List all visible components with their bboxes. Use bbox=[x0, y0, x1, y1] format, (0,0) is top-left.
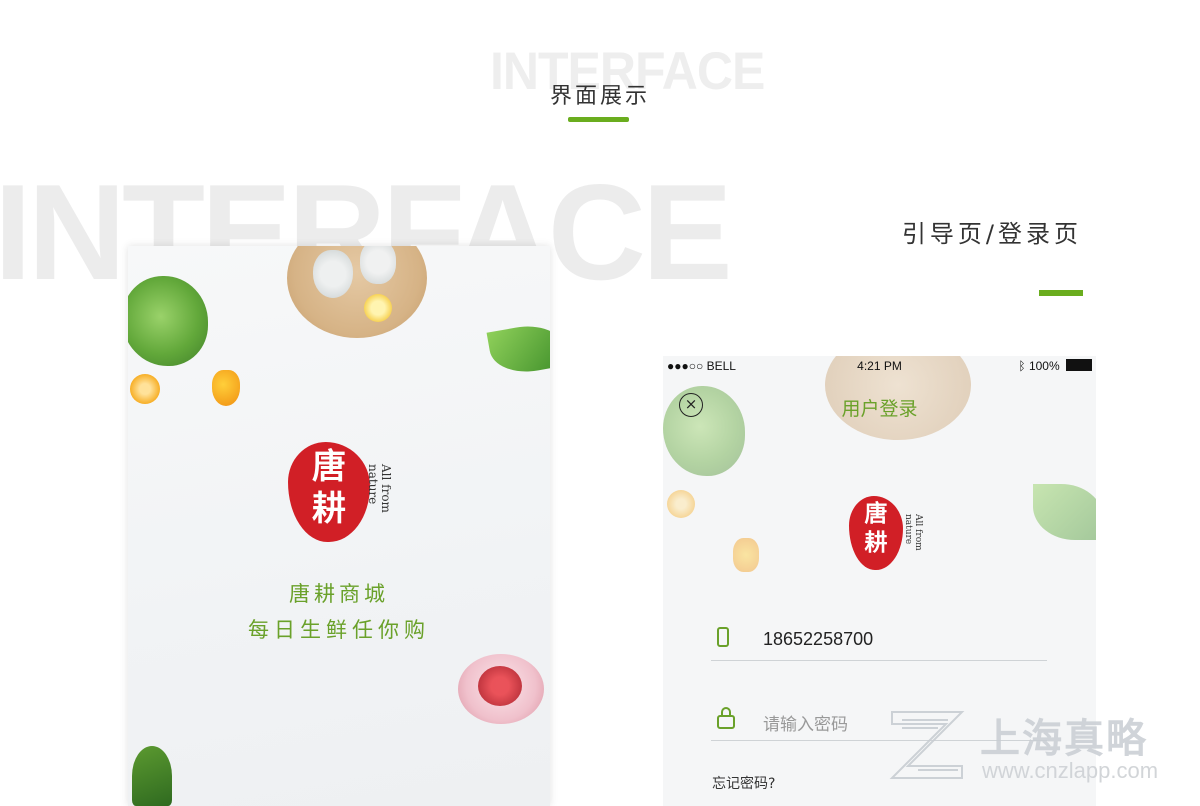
phone-icon bbox=[717, 627, 729, 647]
cutting-board-image bbox=[287, 246, 427, 338]
store-slogan: 每日生鲜任你购 bbox=[248, 618, 430, 642]
splash-screen-mockup: 唐 耕 All from nature 唐耕商城 每日生鲜任你购 bbox=[128, 246, 550, 806]
login-title: 用户登录 bbox=[841, 398, 918, 420]
phone-input-value[interactable]: 18652258700 bbox=[763, 629, 873, 650]
bell-pepper-image bbox=[733, 538, 759, 572]
logo-char: 唐 bbox=[864, 500, 888, 527]
watermark-url: www.cnzlapp.com bbox=[982, 758, 1159, 783]
battery-percent: 100% bbox=[1028, 359, 1060, 373]
status-bar: ●●●○○ BELL 4:21 PM ᛒ 100% bbox=[663, 356, 1096, 376]
logo-char: 耕 bbox=[864, 529, 888, 556]
lemon-slice-image bbox=[364, 294, 392, 322]
logo-char: 唐 bbox=[312, 447, 346, 487]
forgot-password-link[interactable]: 忘记密码? bbox=[712, 773, 775, 793]
store-name: 唐耕商城 bbox=[289, 582, 389, 606]
logo-char: 耕 bbox=[312, 489, 346, 529]
bell-pepper-image bbox=[212, 370, 240, 406]
section-title: 引导页/登录页 bbox=[901, 220, 1082, 248]
brand-seal-logo: 唐 耕 bbox=[288, 442, 370, 542]
logo-tagline: All from nature bbox=[366, 464, 393, 513]
orange-slice-image bbox=[667, 490, 695, 518]
section-underline bbox=[1039, 290, 1083, 296]
battery-icon bbox=[1066, 359, 1092, 371]
battery-status: ᛒ 100% bbox=[1018, 359, 1092, 373]
fish-slice-image bbox=[360, 246, 396, 284]
leaf-image bbox=[486, 319, 550, 379]
logo-tagline: All from nature bbox=[903, 514, 923, 551]
brand-seal-logo: 唐 耕 bbox=[849, 496, 903, 570]
leaf-image bbox=[1033, 484, 1096, 540]
lettuce-image bbox=[128, 276, 208, 366]
strawberry-image bbox=[478, 666, 522, 706]
fish-slice-image bbox=[313, 250, 353, 298]
bluetooth-icon: ᛒ bbox=[1018, 359, 1026, 373]
herb-image bbox=[132, 746, 172, 806]
orange-slice-image bbox=[130, 374, 160, 404]
title-underline bbox=[568, 117, 629, 122]
lock-icon bbox=[717, 707, 735, 729]
phone-field[interactable]: 18652258700 bbox=[711, 620, 1047, 661]
page-title: 界面展示 bbox=[549, 84, 650, 109]
watermark-logo-icon bbox=[889, 711, 965, 779]
watermark-brand: 上海真略 bbox=[980, 716, 1148, 762]
password-placeholder[interactable]: 请输入密码 bbox=[763, 710, 848, 735]
